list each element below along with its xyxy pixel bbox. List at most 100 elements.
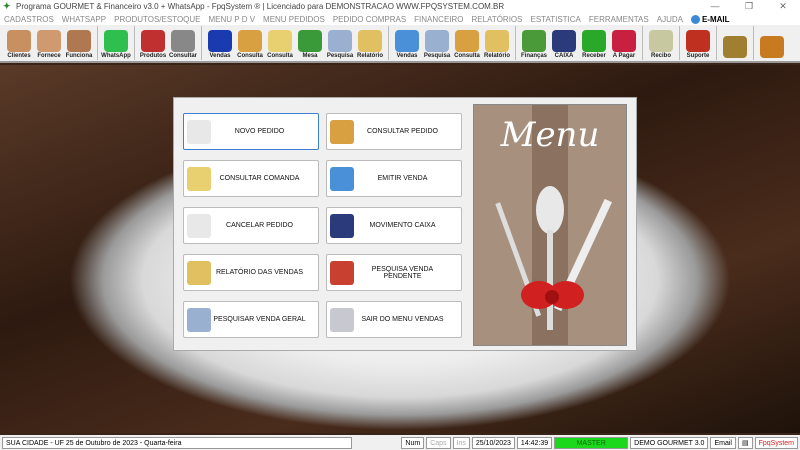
toolbar-label: A Pagar: [612, 53, 636, 59]
toolbar-icon: [485, 30, 509, 52]
toolbar-button-item22[interactable]: [720, 25, 750, 61]
toolbar-label: Clientes: [7, 53, 31, 59]
toolbar-button-recibo[interactable]: Recibo: [646, 25, 676, 61]
toolbar-label: Funciona: [65, 53, 93, 59]
printer-icon[interactable]: ▤: [737, 436, 753, 449]
toolbar-separator: [753, 26, 754, 60]
toolbar-button-pesquisa[interactable]: Pesquisa: [325, 25, 355, 61]
toolbar-button-finan-as[interactable]: Finanças: [519, 25, 549, 61]
toolbar-button-funciona[interactable]: Funciona: [64, 25, 94, 61]
toolbar-button-clientes[interactable]: Clientes: [4, 25, 34, 61]
toolbar-button-item23[interactable]: [757, 25, 787, 61]
menu-pedido-compras[interactable]: PEDIDO COMPRAS: [333, 15, 406, 24]
menu-cadastros[interactable]: CADASTROS: [4, 15, 54, 24]
status-company: DEMO GOURMET 3.0: [630, 436, 709, 449]
relat-rio-das-vendas-button[interactable]: RELATÓRIO DAS VENDAS: [183, 254, 319, 291]
window-title: Programa GOURMET & Financeiro v3.0 + Wha…: [16, 2, 505, 11]
status-num: Num: [401, 436, 425, 449]
toolbar-label: Pesquisa: [423, 53, 451, 59]
button-label: PESQUISAR VENDA GERAL: [213, 316, 306, 323]
button-icon: [187, 166, 211, 191]
toolbar-label: WhatsApp: [101, 53, 131, 59]
toolbar-button-produtos[interactable]: Produtos: [138, 25, 168, 61]
toolbar-icon: [328, 30, 352, 52]
cancelar-pedido-button[interactable]: CANCELAR PEDIDO: [183, 207, 319, 244]
toolbar-icon: [268, 30, 292, 52]
toolbar-icon: [455, 30, 479, 52]
toolbar-icon: [67, 30, 91, 52]
button-icon: [330, 307, 354, 332]
toolbar-button-a-pagar[interactable]: A Pagar: [609, 25, 639, 61]
menu-menu-p-d-v[interactable]: MENU P D V: [209, 15, 256, 24]
toolbar-icon: [649, 30, 673, 52]
emitir-venda-button[interactable]: EMITIR VENDA: [326, 160, 462, 197]
toolbar-label: Finanças: [520, 53, 547, 59]
status-bar: SUA CIDADE - UF 25 de Outubro de 2023 - …: [0, 435, 800, 450]
sair-do-menu-vendas-button[interactable]: SAIR DO MENU VENDAS: [326, 301, 462, 338]
menu-illustration: Menu: [473, 104, 627, 346]
toolbar-button-vendas[interactable]: Vendas: [392, 25, 422, 61]
toolbar-button-consultar[interactable]: Consultar: [168, 25, 198, 61]
toolbar-label: Relatório: [356, 53, 383, 59]
toolbar-button-mesa[interactable]: Mesa: [295, 25, 325, 61]
toolbar-button-caixa[interactable]: CAIXA: [549, 25, 579, 61]
consultar-comanda-button[interactable]: CONSULTAR COMANDA: [183, 160, 319, 197]
toolbar-label: Recibo: [650, 53, 671, 59]
toolbar-icon: [171, 30, 195, 52]
toolbar-label: Consulta: [267, 53, 293, 59]
toolbar-button-consulta[interactable]: Consulta: [265, 25, 295, 61]
maximize-button[interactable]: ❐: [732, 1, 766, 12]
status-caps: Caps: [426, 436, 451, 449]
button-icon: [187, 213, 211, 238]
toolbar-label: Suporte: [686, 53, 710, 59]
app-logo-icon: ✦: [3, 1, 11, 11]
status-city-date: SUA CIDADE - UF 25 de Outubro de 2023 - …: [2, 436, 352, 449]
toolbar-label: Vendas: [396, 53, 418, 59]
status-date: 25/10/2023: [471, 436, 515, 449]
menu-relat-rios[interactable]: RELATÓRIOS: [472, 15, 523, 24]
status-email[interactable]: Email: [710, 436, 736, 449]
menu-ferramentas[interactable]: FERRAMENTAS: [589, 15, 649, 24]
pesquisar-venda-geral-button[interactable]: PESQUISAR VENDA GERAL: [183, 301, 319, 338]
toolbar-button-relat-rio[interactable]: Relatório: [482, 25, 512, 61]
toolbar-separator: [716, 26, 717, 60]
novo-pedido-button[interactable]: NOVO PEDIDO: [183, 113, 319, 150]
status-ins: Ins: [452, 436, 470, 449]
menu-ajuda[interactable]: AJUDA: [657, 15, 683, 24]
menu-whatsapp[interactable]: WHATSAPP: [62, 15, 106, 24]
toolbar-button-fornece[interactable]: Fornece: [34, 25, 64, 61]
toolbar-label: Consulta: [454, 53, 480, 59]
button-icon: [330, 166, 354, 191]
toolbar-icon: [358, 30, 382, 52]
menu-produtos-estoque[interactable]: PRODUTOS/ESTOQUE: [114, 15, 200, 24]
toolbar-button-consulta[interactable]: Consulta: [452, 25, 482, 61]
menu-email-label: E-MAIL: [701, 14, 730, 24]
minimize-button[interactable]: —: [698, 1, 732, 12]
button-label: PESQUISA VENDA PENDENTE: [371, 265, 434, 280]
toolbar-button-relat-rio[interactable]: Relatório: [355, 25, 385, 61]
toolbar-button-vendas[interactable]: Vendas: [205, 25, 235, 61]
toolbar-button-receber[interactable]: Receber: [579, 25, 609, 61]
button-label: MOVIMENTO CAIXA: [369, 222, 436, 229]
toolbar-label: Fornece: [37, 53, 61, 59]
menu-estatistica[interactable]: ESTATISTICA: [531, 15, 581, 24]
toolbar-separator: [134, 26, 135, 60]
toolbar-button-pesquisa[interactable]: Pesquisa: [422, 25, 452, 61]
toolbar-icon: [522, 30, 546, 52]
consultar-pedido-button[interactable]: CONSULTAR PEDIDO: [326, 113, 462, 150]
title-bar: ✦ Programa GOURMET & Financeiro v3.0 + W…: [0, 0, 800, 13]
toolbar-button-whatsapp[interactable]: WhatsApp: [101, 25, 131, 61]
toolbar-separator: [515, 26, 516, 60]
toolbar-button-suporte[interactable]: Suporte: [683, 25, 713, 61]
pesquisa-venda-pendente-button[interactable]: PESQUISA VENDA PENDENTE: [326, 254, 462, 291]
toolbar-icon: [37, 30, 61, 52]
close-button[interactable]: ✕: [766, 1, 800, 12]
toolbar-button-consulta[interactable]: Consulta: [235, 25, 265, 61]
movimento-caixa-button[interactable]: MOVIMENTO CAIXA: [326, 207, 462, 244]
menu-email[interactable]: E-MAIL: [690, 14, 730, 24]
menu-menu-pedidos[interactable]: MENU PEDIDOS: [263, 15, 325, 24]
sales-menu-panel: Menu NOVO PEDIDO CONSULTAR PEDIDO CONSULTA…: [173, 97, 637, 351]
menu-financeiro[interactable]: FINANCEIRO: [414, 15, 463, 24]
email-icon: [690, 14, 700, 24]
button-label: SAIR DO MENU VENDAS: [361, 316, 444, 323]
